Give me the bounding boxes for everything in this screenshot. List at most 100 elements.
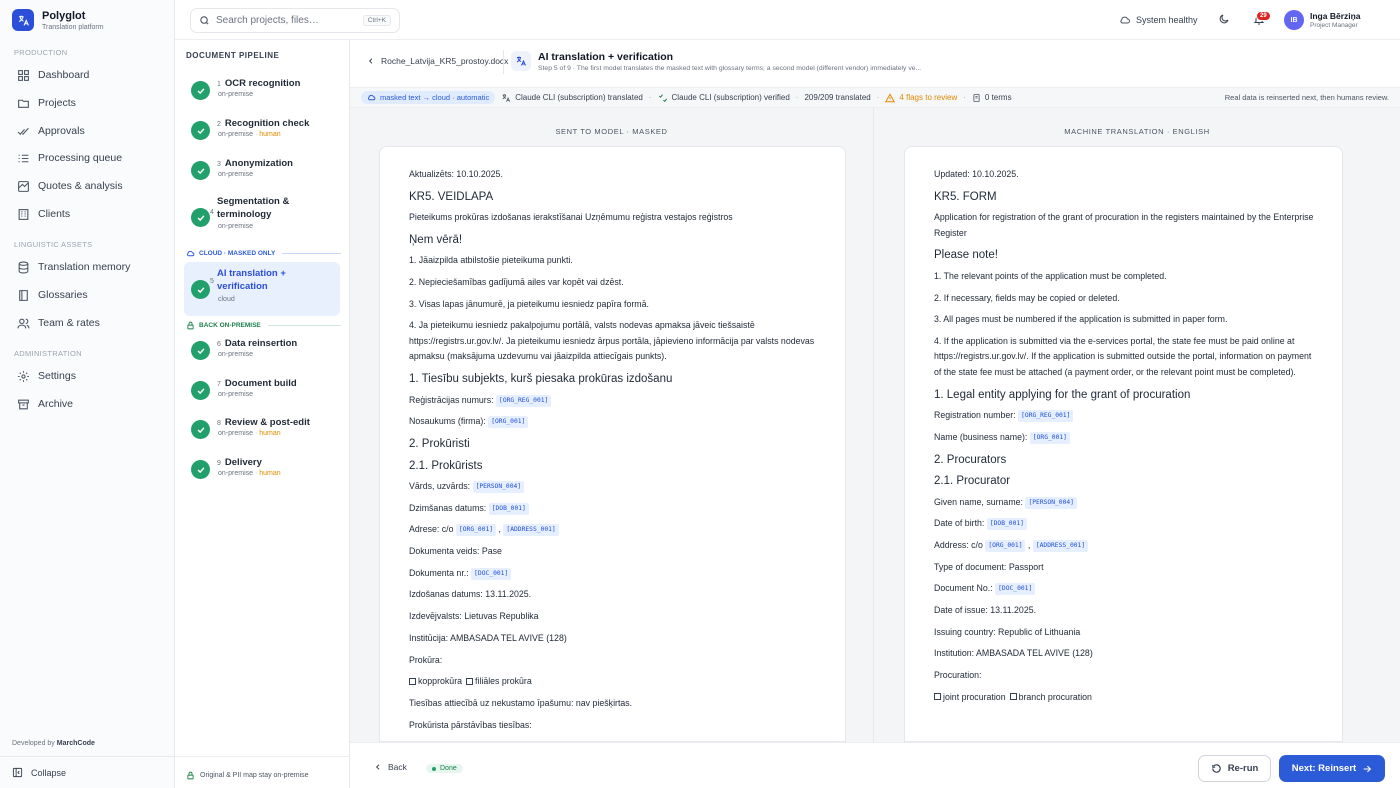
pii-token[interactable]: [ADDRESS_001] [1032, 539, 1089, 552]
doc-paragraph: Dokumenta nr.: [DOC_001] [409, 566, 817, 582]
status-dot [432, 766, 436, 771]
doc-paragraph: Application for registration of the gran… [934, 212, 1314, 238]
divider [175, 756, 349, 757]
sidebar-item-team-rates[interactable]: Team & rates [16, 315, 100, 331]
file-breadcrumb[interactable]: Roche_Latvija_KR5_prostoy.docx [367, 56, 508, 66]
step-description: Step 5 of 9 · The first model translates… [538, 65, 922, 72]
pipeline-step-3[interactable]: 3 Anonymization on-premise [184, 154, 340, 192]
doc-paragraph: 2. If necessary, fields may be copied or… [934, 292, 1120, 303]
check-circle-icon [191, 381, 210, 400]
sidebar-item-translation-memory[interactable]: Translation memory [16, 259, 130, 275]
doc-heading: KR5. VEIDLAPA [409, 190, 494, 203]
step-meta: on-premise [218, 171, 254, 178]
pii-token[interactable]: [DOB_001] [488, 502, 529, 515]
checkbox-icon [934, 693, 941, 701]
doc-heading: 2.1. Procurator [934, 475, 1011, 487]
masked-document[interactable]: Aktualizēts: 10.10.2025. KR5. VEIDLAPA Pie… [379, 146, 846, 742]
sidebar-item-clients[interactable]: Clients [16, 206, 70, 222]
step-title: 7 Document build [217, 378, 297, 389]
check-circle-icon [191, 420, 210, 439]
pii-token[interactable]: [PERSON_004] [472, 481, 525, 493]
pane-title: SENT TO MODEL · MASKED [555, 127, 668, 136]
lock-icon [186, 321, 195, 330]
progress-count: 209/209 translated [804, 93, 871, 102]
step-title: 2 Recognition check [217, 118, 310, 129]
pipeline-step-7[interactable]: 7 Document build on-premise [184, 374, 340, 412]
divider [503, 50, 504, 74]
pipeline-step-5[interactable]: AI translation + verification 5 cloud [184, 262, 340, 316]
pii-token[interactable]: [ADDRESS_001] [503, 524, 559, 537]
pii-token[interactable]: [DOC_001] [471, 567, 512, 580]
building-icon [16, 207, 30, 221]
sidebar-item-approvals[interactable]: Approvals [16, 123, 85, 139]
pii-token[interactable]: [DOB_001] [986, 518, 1027, 531]
sidebar-item-label: Approvals [38, 125, 85, 137]
pii-token[interactable]: [ORG_001] [488, 416, 529, 429]
doc-paragraph: Vārds, uzvārds: [PERSON_004] [409, 479, 817, 495]
pipeline-step-8[interactable]: 8 Review & post-edit on-premise · human [184, 413, 340, 451]
pii-token[interactable]: [ORG_001] [985, 539, 1026, 552]
doc-paragraph: Date of issue: 13.11.2025. [934, 604, 1037, 615]
pii-token[interactable]: [ORG_REG_001] [1018, 410, 1074, 423]
sidebar-item-processing-queue[interactable]: Processing queue [16, 150, 122, 166]
step-title: 6 Data reinsertion [217, 338, 298, 349]
sidebar-item-dashboard[interactable]: Dashboard [16, 67, 89, 83]
footer-bar: Back Done Re-run Next: Reinsert [350, 742, 1400, 788]
cloud-icon [367, 93, 376, 102]
pii-token[interactable]: [ORG_001] [1029, 431, 1070, 444]
user-name[interactable]: Inga Bērziņa [1310, 11, 1361, 21]
collapse-button[interactable]: Collapse [12, 767, 66, 778]
pipeline-step-1[interactable]: 1 OCR recognition on-premise [184, 74, 340, 112]
developer-name: MarchCode [56, 740, 95, 747]
doc-heading: KR5. FORM [934, 190, 997, 203]
doc-paragraph: kopprokūra filiāles prokūra [409, 674, 817, 690]
verified-icon [658, 93, 668, 103]
pii-token[interactable]: [ORG_001] [455, 524, 497, 537]
sidebar-item-quotes[interactable]: Quotes & analysis [16, 178, 123, 194]
lock-icon [186, 771, 195, 780]
sidebar-item-settings[interactable]: Settings [16, 368, 76, 384]
collapse-label: Collapse [31, 767, 67, 778]
doc-paragraph: Type of document: Passport [934, 561, 1044, 572]
sidebar-item-label: Archive [38, 398, 74, 410]
flags-link[interactable]: 4 flags to review [885, 92, 957, 103]
doc-paragraph: Pieteikums prokūras izdošanas ierakstīša… [409, 212, 733, 223]
pipeline-step-6[interactable]: 6 Data reinsertion on-premise [184, 334, 340, 372]
doc-heading: 2. Procurators [934, 453, 1007, 466]
arrow-right-icon [1362, 764, 1372, 774]
doc-paragraph: Name (business name): [ORG_001] [934, 430, 1314, 446]
doc-paragraph: Izdevējvalsts: Lietuvas Republika [409, 611, 539, 622]
step-meta: on-premise · human [218, 470, 281, 477]
sidebar-item-archive[interactable]: Archive [16, 396, 73, 412]
pipeline-step-9[interactable]: 9 Delivery on-premise · human [184, 453, 340, 491]
step-meta: on-premise · human [218, 430, 281, 437]
pii-token[interactable]: [DOC_001] [995, 583, 1036, 596]
section-administration: ADMINISTRATION [14, 349, 82, 358]
checkbox-icon [1009, 693, 1017, 701]
pipeline-step-4[interactable]: 4Segmentation & terminology on-premise 4 [184, 194, 340, 246]
search-box[interactable]: Ctrl+K [190, 8, 400, 33]
doc-paragraph: Nosaukums (firma): [ORG_001] [409, 414, 817, 430]
cloud-icon [1119, 14, 1131, 26]
brand[interactable]: Polyglot Translation platform [12, 9, 104, 31]
moon-icon[interactable] [1218, 13, 1230, 25]
app-subtitle: Translation platform [42, 23, 104, 31]
system-status[interactable]: System healthy [1119, 14, 1198, 26]
pii-token[interactable]: [ORG_REG_001] [496, 394, 552, 407]
avatar[interactable]: IB [1284, 10, 1304, 30]
sidebar-item-label: Settings [38, 370, 76, 382]
next-reinsert-button[interactable]: Next: Reinsert [1279, 755, 1385, 782]
pipeline-step-2[interactable]: 2 Recognition check on-premise · human [184, 114, 340, 152]
sidebar-item-glossaries[interactable]: Glossaries [16, 287, 88, 303]
zone-back-label: BACK ON-PREMISE [186, 321, 341, 330]
translated-document[interactable]: Updated: 10.10.2025. KR5. FORM Application… [904, 146, 1343, 742]
doc-paragraph: Adrese: c/o [ORG_001] , [ADDRESS_001] [409, 522, 817, 538]
doc-paragraph: Updated: 10.10.2025. [934, 169, 1019, 179]
pii-token[interactable]: [PERSON_004] [1025, 496, 1077, 509]
rerun-button[interactable]: Re-run [1198, 755, 1271, 782]
sidebar-item-projects[interactable]: Projects [16, 95, 76, 111]
doc-heading: Please note! [934, 249, 998, 262]
separator: · [648, 93, 652, 102]
search-input[interactable] [216, 15, 346, 26]
back-button[interactable]: Back [374, 762, 407, 772]
